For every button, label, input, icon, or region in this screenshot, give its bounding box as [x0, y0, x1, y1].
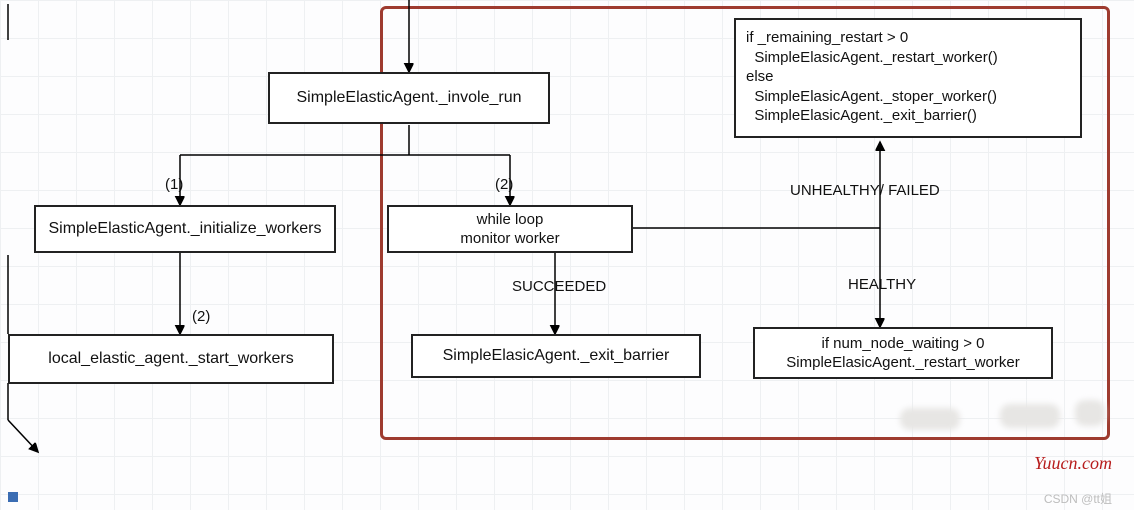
text: if num_node_waiting > 0 SimpleElasicAgen…	[786, 334, 1019, 373]
text: SimpleElasticAgent._initialize_workers	[48, 219, 321, 240]
label-two-b: (2)	[192, 308, 210, 325]
smudge	[1000, 404, 1060, 428]
yuucn-watermark: Yuucn.com	[1034, 453, 1112, 474]
node-init-workers: SimpleElasticAgent._initialize_workers	[34, 205, 336, 253]
node-restart-branch: if _remaining_restart > 0 SimpleElasicAg…	[734, 18, 1082, 138]
text: SimpleElasticAgent._invole_run	[296, 88, 521, 109]
node-exit-barrier: SimpleElasicAgent._exit_barrier	[411, 334, 701, 378]
node-healthy-branch: if num_node_waiting > 0 SimpleElasicAgen…	[753, 327, 1053, 379]
text: if _remaining_restart > 0 SimpleElasicAg…	[746, 28, 998, 126]
blue-dot	[8, 492, 18, 502]
label-one: (1)	[165, 176, 183, 193]
text: while loop monitor worker	[460, 210, 559, 249]
text: SimpleElasicAgent._exit_barrier	[443, 346, 670, 367]
node-start-workers: local_elastic_agent._start_workers	[8, 334, 334, 384]
label-unhealthy: UNHEALTHY/ FAILED	[790, 182, 940, 199]
label-succeeded: SUCCEEDED	[512, 278, 606, 295]
label-healthy: HEALTHY	[848, 276, 916, 293]
text: local_elastic_agent._start_workers	[48, 349, 293, 370]
node-invoke-run: SimpleElasticAgent._invole_run	[268, 72, 550, 124]
csdn-watermark: CSDN @tt姐	[1044, 490, 1112, 507]
flow-diagram: SimpleElasticAgent._invole_run SimpleEla…	[0, 0, 1134, 510]
smudge	[900, 408, 960, 430]
node-while-loop: while loop monitor worker	[387, 205, 633, 253]
label-two-a: (2)	[495, 176, 513, 193]
smudge	[1075, 400, 1105, 426]
